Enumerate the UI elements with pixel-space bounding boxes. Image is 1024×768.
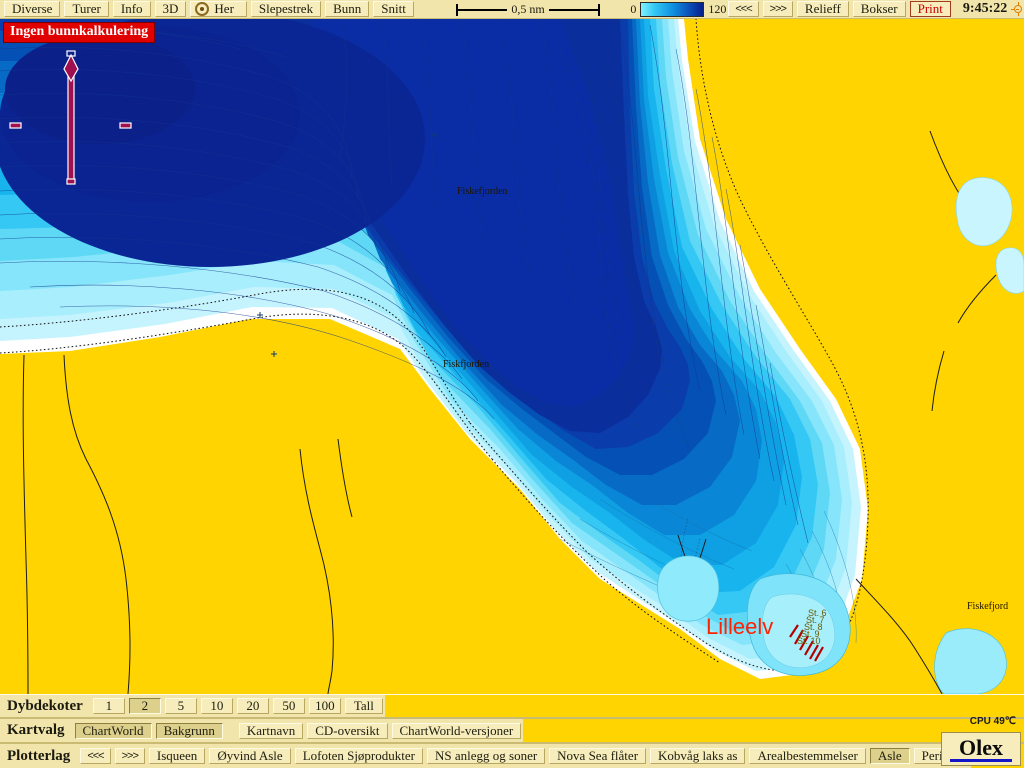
plotterlag-prev-button[interactable]: <<< [80, 748, 111, 764]
plotterlag-layer-kobvag-laks-as[interactable]: Kobvåg laks as [650, 748, 746, 764]
chart-map-svg [0, 19, 1024, 694]
map-label-lilleelv: Lilleelv [706, 614, 774, 639]
here-label: Her [214, 1, 234, 16]
station-label-10: St. 10 [797, 636, 821, 646]
scale-bar: 0,5 nm [448, 1, 609, 17]
chart-selection-toolbar: Kartvalg ChartWorld Bakgrunn Kartnavn CD… [0, 718, 1024, 743]
target-icon [195, 2, 210, 16]
tool-snitt[interactable]: Snitt [373, 1, 414, 17]
menu-diverse[interactable]: Diverse [4, 1, 61, 17]
plotterlag-title: Plotterlag [7, 747, 71, 764]
sun-icon[interactable] [1011, 2, 1023, 16]
boxes-button[interactable]: Bokser [852, 1, 906, 17]
olex-logo-text: Olex [959, 734, 1003, 760]
plotterlag-layer-asle[interactable]: Asle [869, 748, 910, 764]
plotterlag-layer-isqueen[interactable]: Isqueen [148, 748, 206, 764]
top-toolbar: Diverse Turer Info 3D Her Slepestrek Bun… [0, 0, 1024, 19]
dybdekoter-option-50[interactable]: 50 [272, 698, 305, 714]
legend-min-value: 0 [630, 1, 637, 16]
plotter-layer-toolbar: Plotterlag <<< >>> Isqueen Øyvind Asle L… [0, 743, 1024, 768]
plotterlag-layer-arealbestemmelser[interactable]: Arealbestemmelser [749, 748, 866, 764]
dybdekoter-option-1[interactable]: 1 [92, 698, 125, 714]
relief-button[interactable]: Relieff [796, 1, 849, 17]
dybdekoter-option-10[interactable]: 10 [200, 698, 233, 714]
dybdekoter-option-5[interactable]: 5 [164, 698, 197, 714]
map-label-fiskfjorden: Fiskfjorden [443, 359, 490, 370]
dybdekoter-option-2[interactable]: 2 [128, 698, 161, 714]
cpu-temperature: CPU 49℃ [969, 716, 1016, 727]
map-label-fiskefjord: Fiskefjord [967, 601, 1009, 612]
clock: 9:45:22 [962, 1, 1008, 16]
tool-bunn[interactable]: Bunn [325, 1, 370, 17]
kartvalg-button-kartnavn[interactable]: Kartnavn [238, 722, 304, 739]
scale-bar-left-cap [455, 4, 458, 16]
dybdekoter-option-20[interactable]: 20 [236, 698, 269, 714]
print-button[interactable]: Print [909, 1, 951, 17]
menu-3d[interactable]: 3D [154, 1, 187, 17]
dybdekoter-option-tall[interactable]: Tall [344, 698, 383, 714]
olex-logo: Olex [941, 732, 1021, 766]
kartvalg-toggle-chartworld[interactable]: ChartWorld [74, 722, 152, 739]
chart-map-canvas[interactable]: Ingen bunnkalkulering Fiskefjorden Fiskf… [0, 19, 1024, 694]
plotterlag-layer-lofoten-sjoprodukter[interactable]: Lofoten Sjøprodukter [294, 748, 423, 764]
plotterlag-layer-oyvind-asle[interactable]: Øyvind Asle [209, 748, 291, 764]
legend-max-value: 120 [708, 1, 727, 16]
tool-slepestrek[interactable]: Slepestrek [250, 1, 322, 17]
dybdekoter-bar-filler [384, 695, 1024, 717]
dybdekoter-title: Dybdekoter [7, 697, 83, 714]
scale-bar-label: 0,5 nm [507, 1, 549, 17]
kartvalg-title: Kartvalg [7, 722, 65, 738]
kartvalg-toggle-bakgrunn[interactable]: Bakgrunn [155, 722, 223, 739]
plotterlag-layer-ns-anlegg-og-soner[interactable]: NS anlegg og soner [426, 748, 546, 764]
depth-contour-toolbar: Dybdekoter 1 2 5 10 20 50 100 Tall [0, 694, 1024, 718]
scale-bar-right-cap [598, 4, 601, 16]
dybdekoter-option-100[interactable]: 100 [308, 698, 341, 714]
plotterlag-next-button[interactable]: >>> [114, 748, 145, 764]
no-bottom-calculation-banner: Ingen bunnkalkulering [3, 22, 156, 43]
depth-colour-legend: 0 120 [630, 1, 727, 17]
next-button[interactable]: >>> [762, 1, 793, 17]
here-button[interactable]: Her [190, 1, 247, 17]
prev-button[interactable]: <<< [728, 1, 759, 17]
menu-turer[interactable]: Turer [64, 1, 109, 17]
olex-application-window: Diverse Turer Info 3D Her Slepestrek Bun… [0, 0, 1024, 768]
plotterlag-layer-nova-sea-flater[interactable]: Nova Sea flåter [549, 748, 647, 764]
olex-logo-underline [950, 758, 1012, 762]
deep-core-nw-inner2 [5, 34, 195, 144]
kartvalg-button-cd-oversikt[interactable]: CD-oversikt [307, 722, 388, 739]
kartvalg-button-chartworld-versjoner[interactable]: ChartWorld-versjoner [391, 722, 522, 739]
map-label-fiskefjorden: Fiskefjorden [457, 186, 508, 197]
legend-gradient-swatch [640, 1, 705, 17]
menu-info[interactable]: Info [112, 1, 151, 17]
